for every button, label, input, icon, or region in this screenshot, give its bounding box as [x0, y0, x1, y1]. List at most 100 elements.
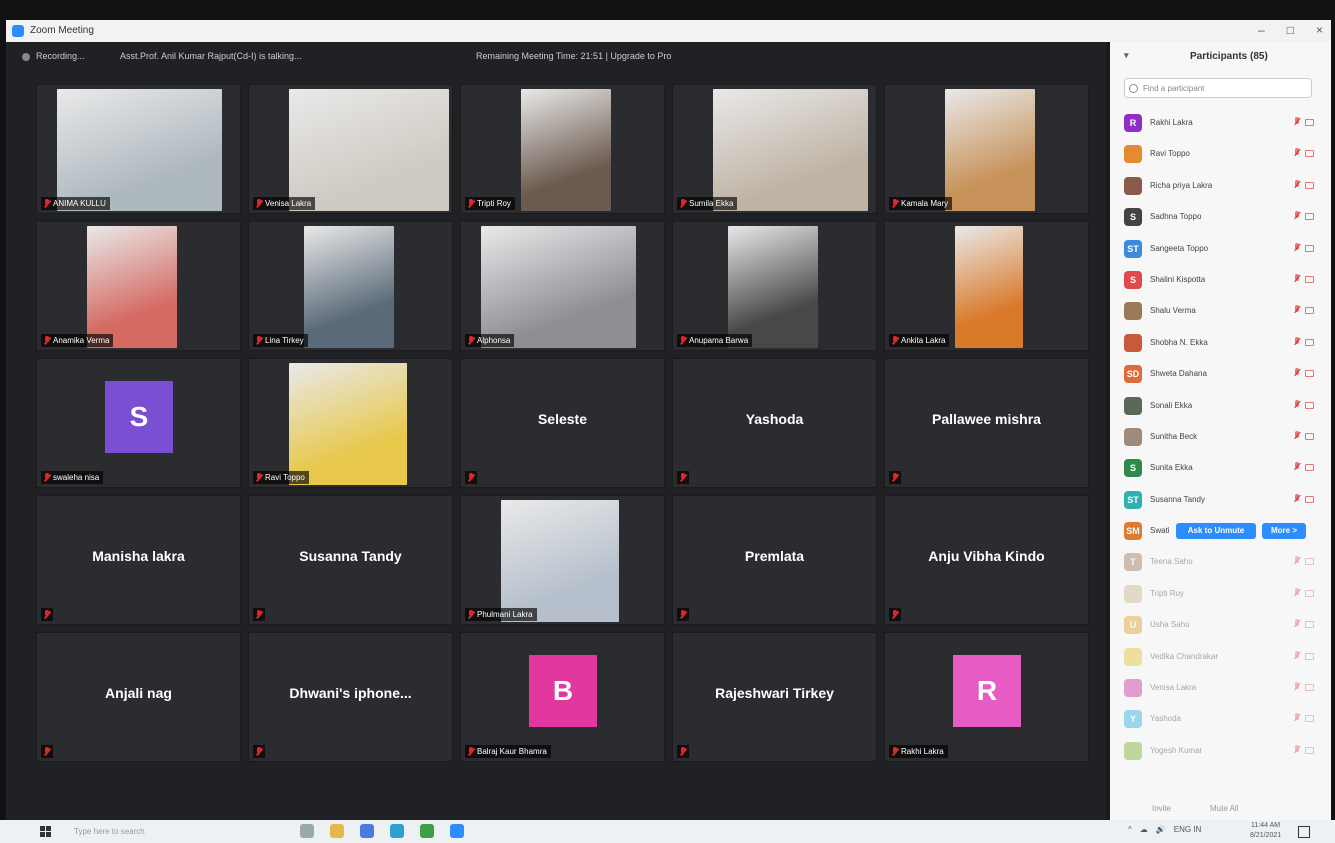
chrome-icon[interactable]: [420, 824, 434, 838]
participant-name-label: Ravi Toppo: [253, 471, 309, 484]
participant-name: Sadhna Toppo: [1150, 212, 1202, 222]
participant-name: Phulmani Lakra: [477, 610, 533, 619]
language-indicator[interactable]: ENG IN: [1174, 825, 1202, 834]
participant-name: Sonali Ekka: [1150, 400, 1193, 410]
mic-muted-icon: [892, 610, 898, 619]
video-tile[interactable]: Venisa Lakra: [248, 84, 453, 214]
edge-icon[interactable]: [390, 824, 404, 838]
video-tile[interactable]: Ravi Toppo: [248, 358, 453, 488]
participant-row[interactable]: Tripti Roy: [1120, 579, 1324, 610]
participant-row[interactable]: Yogesh Kumar: [1120, 736, 1324, 767]
tray-expand-icon[interactable]: ^: [1128, 825, 1132, 834]
video-tile[interactable]: Phulmani Lakra: [460, 495, 665, 625]
participant-avatar: [1124, 145, 1142, 164]
participant-row[interactable]: Shalu Verma: [1120, 296, 1324, 327]
video-tile[interactable]: Lina Tirkey: [248, 221, 453, 351]
participant-row[interactable]: Sonali Ekka: [1120, 391, 1324, 422]
participant-row[interactable]: S Sadhna Toppo: [1120, 202, 1324, 233]
participant-avatar: ST: [1124, 490, 1142, 509]
video-tile[interactable]: Manisha lakra: [36, 495, 241, 625]
participant-row[interactable]: ST Sangeeta Toppo: [1120, 234, 1324, 265]
maximize-button[interactable]: □: [1287, 23, 1294, 37]
windows-start-icon[interactable]: [40, 826, 51, 837]
participant-row[interactable]: Ravi Toppo: [1120, 139, 1324, 170]
participant-avatar: [1124, 427, 1142, 446]
participant-row[interactable]: Venisa Lakra: [1120, 673, 1324, 704]
video-tile[interactable]: Yashoda: [672, 358, 877, 488]
participant-status-icons: [1294, 242, 1316, 255]
minimize-button[interactable]: –: [1258, 23, 1265, 37]
video-tile[interactable]: Kamala Mary: [884, 84, 1089, 214]
participant-row[interactable]: ST Susanna Tandy: [1120, 485, 1324, 516]
invite-button[interactable]: Invite: [1152, 804, 1171, 813]
participant-row[interactable]: S Shalini Kispotta: [1120, 265, 1324, 296]
video-tile[interactable]: Susanna Tandy: [248, 495, 453, 625]
video-tile[interactable]: Alphonsa: [460, 221, 665, 351]
video-tile[interactable]: Sumila Ekka: [672, 84, 877, 214]
participant-name-label: [677, 608, 689, 621]
mic-muted-icon: [1294, 368, 1300, 378]
zoom-taskbar-icon[interactable]: [450, 824, 464, 838]
mic-muted-icon: [680, 199, 686, 208]
participant-status-icons: [1294, 430, 1316, 443]
participant-row[interactable]: SD Shweta Dahana: [1120, 359, 1324, 390]
mic-muted-icon: [1294, 682, 1300, 692]
participant-name-label: Rakhi Lakra: [889, 745, 948, 758]
participant-name-label: Anamika Verma: [41, 334, 114, 347]
taskbar-search[interactable]: Type here to search: [74, 827, 145, 836]
participants-panel: ▾ Participants (85) Find a participant R…: [1110, 42, 1331, 820]
collapse-chevron-icon[interactable]: ▾: [1124, 50, 1129, 61]
close-button[interactable]: ×: [1316, 23, 1323, 37]
participant-row[interactable]: S Sunita Ekka: [1120, 453, 1324, 484]
mic-muted-icon: [256, 610, 262, 619]
participant-row[interactable]: T Teena Sahu: [1120, 547, 1324, 578]
task-view-icon[interactable]: [300, 824, 314, 838]
video-tile[interactable]: Pallawee mishra: [884, 358, 1089, 488]
participant-row[interactable]: Shobha N. Ekka: [1120, 328, 1324, 359]
video-tile[interactable]: Tripti Roy: [460, 84, 665, 214]
taskbar-clock[interactable]: 11:44 AM 8/21/2021: [1250, 821, 1281, 841]
remaining-time[interactable]: Remaining Meeting Time: 21:51 | Upgrade …: [476, 51, 671, 61]
video-tile[interactable]: Anju Vibha Kindo: [884, 495, 1089, 625]
participant-status-icons: [1294, 462, 1316, 474]
participant-status-icons: [1294, 587, 1316, 600]
participant-row[interactable]: Y Yashoda: [1120, 704, 1324, 735]
video-tile[interactable]: Premlata: [672, 495, 877, 625]
video-tile[interactable]: Dhwani's iphone...: [248, 632, 453, 762]
participant-row[interactable]: Sunitha Beck: [1120, 422, 1324, 453]
participant-row[interactable]: Richa priya Lakra: [1120, 171, 1324, 202]
video-tile[interactable]: ANIMA KULLU: [36, 84, 241, 214]
participant-row[interactable]: SM Swati Ask to Unmute More >: [1120, 516, 1324, 547]
video-tile[interactable]: R Rakhi Lakra: [884, 632, 1089, 762]
video-tile[interactable]: Anupama Barwa: [672, 221, 877, 351]
notifications-icon[interactable]: [1298, 826, 1310, 838]
participant-row[interactable]: Vedika Chandrakar: [1120, 642, 1324, 673]
video-tile[interactable]: Seleste: [460, 358, 665, 488]
video-tile[interactable]: Ankita Lakra: [884, 221, 1089, 351]
participant-search-input[interactable]: Find a participant: [1124, 78, 1312, 98]
more-button[interactable]: More >: [1262, 523, 1306, 540]
ask-to-unmute-button[interactable]: Ask to Unmute: [1176, 523, 1256, 540]
participant-row[interactable]: R Rakhi Lakra: [1120, 108, 1324, 139]
video-tile[interactable]: Anjali nag: [36, 632, 241, 762]
video-tile[interactable]: B Balraj Kaur Bhamra: [460, 632, 665, 762]
panel-footer: Invite Mute All: [1110, 802, 1331, 818]
store-icon[interactable]: [360, 824, 374, 838]
onedrive-icon[interactable]: ☁: [1140, 825, 1148, 834]
participant-row[interactable]: U Usha Sahu: [1120, 610, 1324, 641]
mute-all-button[interactable]: Mute All: [1210, 804, 1238, 813]
participant-name: Sangeeta Toppo: [1150, 243, 1209, 253]
video-tile[interactable]: Rajeshwari Tirkey: [672, 632, 877, 762]
participant-name-label: [253, 608, 265, 621]
video-tile[interactable]: Anamika Verma: [36, 221, 241, 351]
file-explorer-icon[interactable]: [330, 824, 344, 838]
participant-video: [955, 226, 1023, 348]
video-tile[interactable]: Sswaleha nisa: [36, 358, 241, 488]
mic-muted-icon: [1294, 619, 1300, 629]
participant-status-icons: [1294, 117, 1316, 129]
video-off-icon: [1305, 213, 1314, 221]
participant-avatar: T: [1124, 553, 1142, 572]
participant-name-label: Tripti Roy: [465, 197, 515, 210]
mic-muted-icon: [44, 747, 50, 756]
volume-icon[interactable]: 🔊: [1156, 825, 1166, 834]
